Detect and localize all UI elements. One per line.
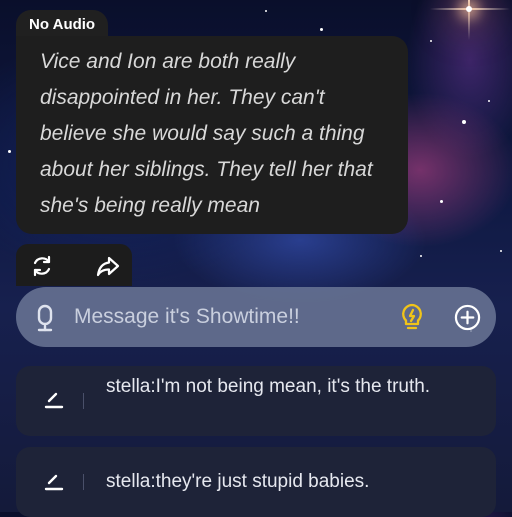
refresh-icon[interactable] xyxy=(30,254,54,278)
pencil-icon[interactable] xyxy=(44,391,64,409)
message-input[interactable]: Message it's Showtime!! xyxy=(16,287,496,347)
share-icon[interactable] xyxy=(96,254,120,278)
suggested-reply[interactable]: stella:they're just stupid babies. xyxy=(16,447,496,517)
message-bubble: Vice and Ion are both really disappointe… xyxy=(16,36,408,234)
message-placeholder: Message it's Showtime!! xyxy=(74,305,300,328)
plus-circle-icon[interactable] xyxy=(454,304,481,331)
message-text: Vice and Ion are both really disappointe… xyxy=(40,50,373,217)
suggested-reply[interactable]: stella:I'm not being mean, it's the trut… xyxy=(16,366,496,436)
suggested-reply-text: stella:they're just stupid babies. xyxy=(106,471,370,492)
message-actions xyxy=(16,244,132,286)
pencil-icon[interactable] xyxy=(44,473,64,491)
microphone-icon[interactable] xyxy=(34,304,56,332)
divider xyxy=(83,393,84,409)
divider xyxy=(83,474,84,490)
suggested-reply-text: stella:I'm not being mean, it's the trut… xyxy=(106,376,431,397)
lightbulb-icon[interactable] xyxy=(398,303,426,331)
